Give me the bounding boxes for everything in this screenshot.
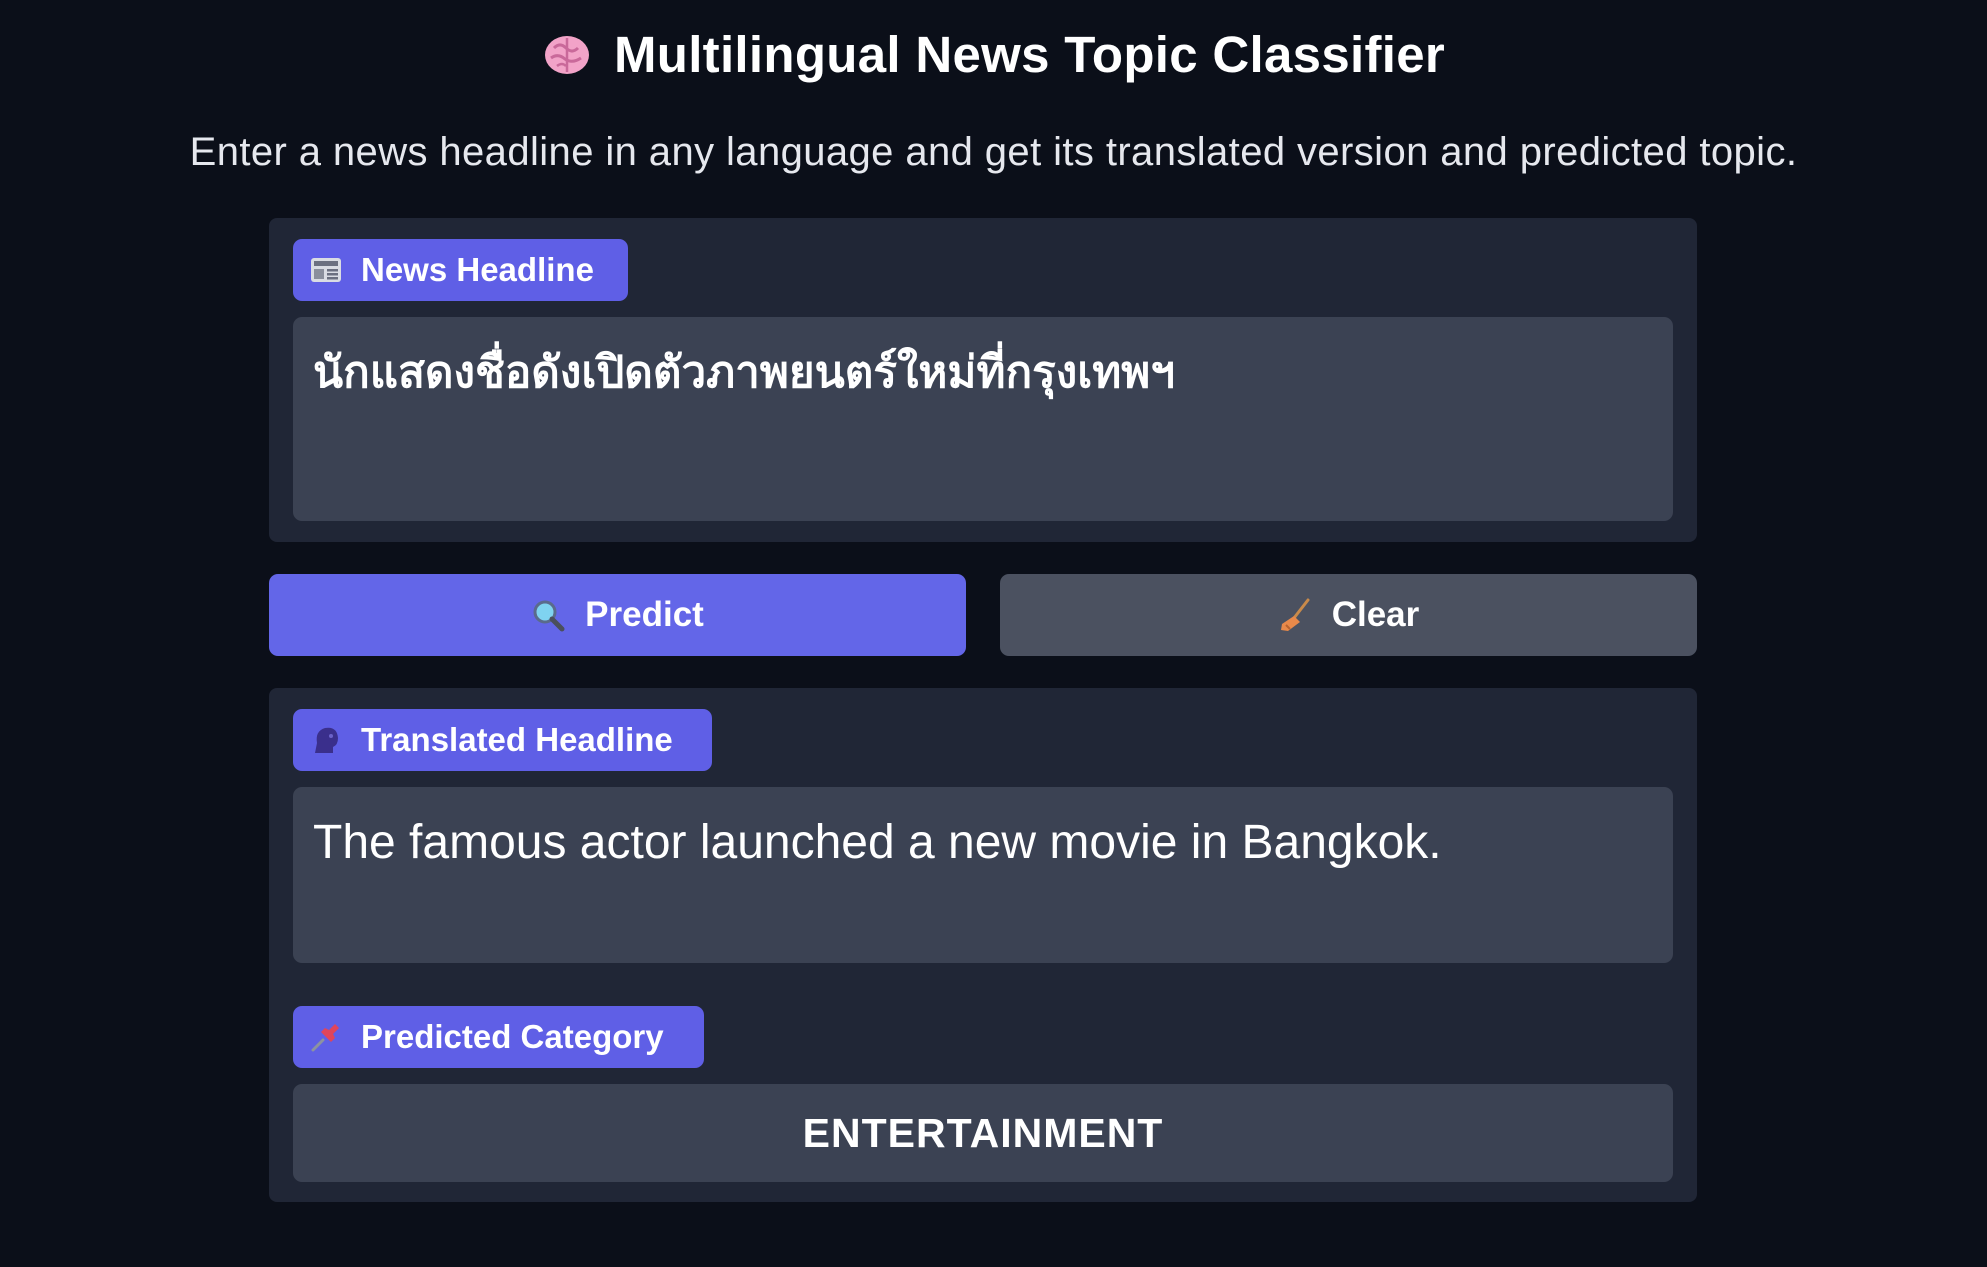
app-page: Multilingual News Topic Classifier Enter… [0,0,1987,1267]
pushpin-icon [311,1024,339,1052]
magnifier-icon [533,600,565,632]
output-panel: Translated Headline The famous actor lau… [269,688,1697,1202]
predicted-category-label-text: Predicted Category [361,1018,664,1055]
clear-button-label: Clear [1331,595,1420,634]
clear-button[interactable]: Clear [1000,574,1697,656]
news-headline-label: News Headline [293,239,628,301]
news-headline-label-text: News Headline [361,251,594,288]
input-panel: News Headline นักแสดงชื่อดังเปิดตัวภาพยน… [269,218,1697,542]
speaking-head-icon [315,727,338,753]
translated-headline-label: Translated Headline [293,709,712,771]
page-title-row: Multilingual News Topic Classifier [0,22,1987,88]
predict-button-label: Predict [585,595,704,634]
newspaper-icon [311,258,341,282]
news-headline-input[interactable]: นักแสดงชื่อดังเปิดตัวภาพยนตร์ใหม่ที่กรุง… [293,317,1673,521]
predicted-category-output[interactable]: ENTERTAINMENT [293,1084,1673,1182]
predicted-category-label: Predicted Category [293,1006,704,1068]
predict-button[interactable]: Predict [269,574,966,656]
brain-icon [544,36,589,74]
translated-headline-label-text: Translated Headline [361,721,673,758]
translated-headline-output[interactable]: The famous actor launched a new movie in… [293,787,1673,963]
page-subtitle: Enter a news headline in any language an… [189,130,1798,174]
page-title: Multilingual News Topic Classifier [613,26,1446,83]
broom-icon [1280,598,1310,631]
